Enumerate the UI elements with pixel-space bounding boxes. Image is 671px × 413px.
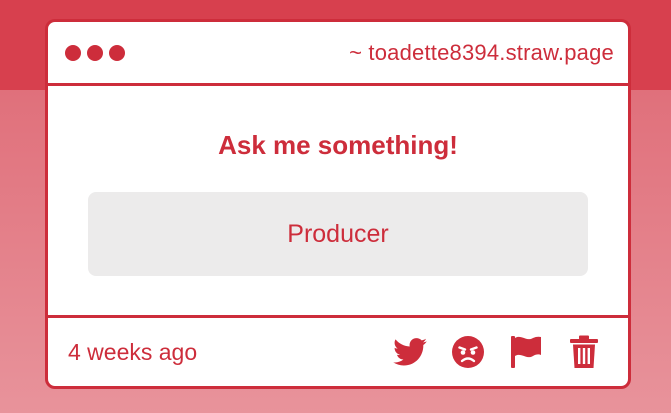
window-dot-3: [109, 44, 125, 61]
answer-box: Producer: [88, 192, 588, 276]
action-bar: [392, 334, 602, 370]
trash-icon[interactable]: [566, 334, 602, 370]
twitter-icon[interactable]: [392, 334, 428, 370]
page-url[interactable]: ~ toadette8394.straw.page: [349, 40, 614, 66]
flag-icon[interactable]: [508, 334, 544, 370]
angry-face-icon[interactable]: [450, 334, 486, 370]
question-body: Ask me something! Producer: [48, 86, 628, 318]
question-prompt: Ask me something!: [218, 130, 458, 160]
card-footer: 4 weeks ago: [48, 318, 628, 386]
window-controls: [65, 44, 125, 61]
window-dot-1: [65, 44, 81, 61]
window-titlebar: ~ toadette8394.straw.page: [48, 22, 628, 86]
question-card: ~ toadette8394.straw.page Ask me somethi…: [45, 19, 631, 389]
timestamp: 4 weeks ago: [68, 338, 198, 365]
window-dot-2: [87, 44, 103, 61]
